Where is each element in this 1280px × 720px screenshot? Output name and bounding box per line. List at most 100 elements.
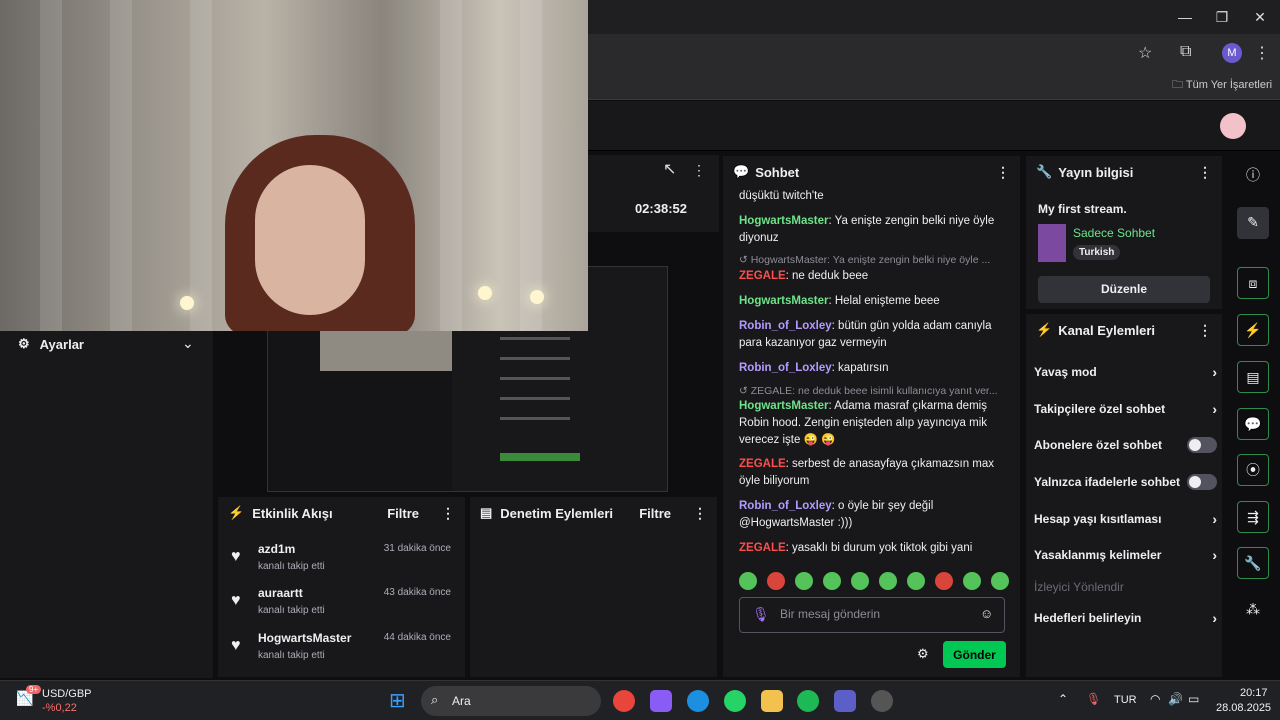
chat-username[interactable]: HogwartsMaster <box>739 215 828 227</box>
info-icon[interactable]: ⓘ <box>1237 160 1269 192</box>
notes-icon[interactable]: ▤ <box>1237 361 1269 393</box>
emote-icon[interactable] <box>963 572 981 590</box>
chat-icon[interactable]: 💬 <box>1237 408 1269 440</box>
emote-icon[interactable] <box>991 572 1009 590</box>
stream-info-header: 🔧 Yayın bilgisi ⋮ <box>1026 156 1222 188</box>
emote-icon[interactable] <box>935 572 953 590</box>
activity-time: 31 dakika önce <box>383 543 451 554</box>
broadcast-icon[interactable]: ⦿ <box>1237 454 1269 486</box>
settings-title: Ayarlar <box>39 336 84 352</box>
taskbar-search[interactable]: ⌕ Ara <box>421 686 601 716</box>
microphone-icon[interactable]: 🎙 <box>1086 692 1101 706</box>
star-icon[interactable]: ☆ <box>1138 43 1152 63</box>
chat-reply-context[interactable]: ↺ HogwartsMaster: Ya enişte zengin belki… <box>739 254 1011 266</box>
clock-date[interactable]: 28.08.2025 <box>1216 702 1271 714</box>
subs-only-toggle[interactable] <box>1187 437 1217 453</box>
goals-row[interactable]: Hedefleri belirleyin › <box>1034 603 1217 633</box>
activity-menu-icon[interactable]: ⋮ <box>441 505 455 522</box>
chat-username[interactable]: ZEGALE <box>739 542 786 554</box>
settings-toggle[interactable]: ⚙ Ayarlar <box>18 336 84 352</box>
stream-preview-menu-icon[interactable]: ⋮ <box>692 162 706 179</box>
banned-words-row[interactable]: Yasaklanmış kelimeler › <box>1034 540 1217 570</box>
volume-icon[interactable]: 🔊 <box>1168 692 1183 706</box>
wrench-icon[interactable]: 🔧 <box>1237 547 1269 579</box>
copilot-icon[interactable] <box>650 690 672 712</box>
windows-start-icon[interactable]: ⊞ <box>389 688 406 713</box>
emote-icon[interactable] <box>823 572 841 590</box>
minimize-icon[interactable]: — <box>1170 6 1200 28</box>
chat-input-box[interactable]: 🎙 ☺ <box>739 597 1005 633</box>
followers-only-row[interactable]: Takipçilere özel sohbet › <box>1034 394 1217 424</box>
chat-reply-context[interactable]: ↺ ZEGALE: ne deduk beee isimli kullanıcı… <box>739 385 1011 397</box>
user-avatar[interactable] <box>1220 113 1246 139</box>
emote-icon[interactable] <box>739 572 757 590</box>
chat-username[interactable]: Robin_of_Loxley <box>739 500 832 512</box>
search-label: Ara <box>452 694 471 708</box>
battery-icon[interactable]: ▭ <box>1188 692 1199 706</box>
age-restriction-row[interactable]: Hesap yaşı kısıtlaması › <box>1034 504 1217 534</box>
spotify-icon[interactable] <box>797 690 819 712</box>
all-bookmarks[interactable]: 🗀 Tüm Yer İşaretleri <box>1172 76 1272 95</box>
chrome-icon[interactable] <box>613 690 635 712</box>
close-icon[interactable]: ✕ <box>1245 6 1275 28</box>
chat-menu-icon[interactable]: ⋮ <box>996 164 1010 181</box>
emote-icon[interactable] <box>879 572 897 590</box>
emote-only-toggle[interactable] <box>1187 474 1217 490</box>
activity-item[interactable]: ♥ HogwartsMaster kanalı takip etti 44 da… <box>218 631 465 675</box>
whatsapp-icon[interactable] <box>724 690 746 712</box>
wifi-icon[interactable]: ◠ <box>1150 692 1160 706</box>
ticker-symbol[interactable]: USD/GBP <box>42 688 92 700</box>
chat-input[interactable] <box>780 607 970 621</box>
bolt-icon[interactable]: ⚡ <box>1237 314 1269 346</box>
emote-icon[interactable] <box>767 572 785 590</box>
chat-panel: 💬 Sohbet ⋮ düşüktü twitch'te HogwartsMas… <box>722 155 1021 678</box>
file-explorer-icon[interactable] <box>761 690 783 712</box>
emote-icon[interactable] <box>851 572 869 590</box>
chat-username[interactable]: HogwartsMaster <box>739 400 828 412</box>
bolt-icon: ⚡ <box>228 505 245 520</box>
slow-mode-row[interactable]: Yavaş mod › <box>1034 357 1217 387</box>
reply-icon: ↺ <box>739 254 751 266</box>
stream-info-menu-icon[interactable]: ⋮ <box>1198 164 1212 181</box>
stream-category[interactable]: Sadece Sohbet <box>1073 226 1155 240</box>
chat-settings-icon[interactable]: ⚙ <box>917 646 929 662</box>
extensions-icon[interactable]: ⧉ <box>1180 43 1191 61</box>
maximize-icon[interactable]: ❐ <box>1207 6 1237 28</box>
pencil-icon[interactable]: ✎ <box>1237 207 1269 239</box>
activity-item[interactable]: ♥ azd1m kanalı takip etti 31 dakika önce <box>218 542 465 586</box>
chat-username[interactable]: HogwartsMaster <box>739 295 828 307</box>
preview-mini-webcam <box>320 331 452 371</box>
edge-icon[interactable] <box>687 690 709 712</box>
browser-menu-icon[interactable]: ⋮ <box>1254 43 1270 63</box>
chat-username[interactable]: ZEGALE <box>739 458 786 470</box>
chat-message: Robin_of_Loxley: o öyle bir şey değil @H… <box>739 498 1011 532</box>
stream-tag[interactable]: Turkish <box>1073 245 1121 260</box>
chevron-right-icon: › <box>1212 401 1217 417</box>
activity-user: azd1m <box>258 542 296 556</box>
emote-icon[interactable] <box>795 572 813 590</box>
profile-avatar[interactable]: M <box>1222 43 1242 63</box>
send-button[interactable]: Gönder <box>943 641 1006 668</box>
mod-filter-button[interactable]: Filtre <box>639 506 671 521</box>
tray-chevron-icon[interactable]: ⌃ <box>1058 692 1068 706</box>
activity-filter-button[interactable]: Filtre <box>387 506 419 521</box>
chat-username[interactable]: Robin_of_Loxley <box>739 320 832 332</box>
emoji-picker-icon[interactable]: ☺ <box>980 606 993 621</box>
mod-actions-menu-icon[interactable]: ⋮ <box>693 505 707 522</box>
obs-icon[interactable] <box>871 690 893 712</box>
emote-icon[interactable] <box>907 572 925 590</box>
raid-icon[interactable]: ⇶ <box>1237 501 1269 533</box>
teams-icon[interactable] <box>834 690 856 712</box>
edit-button[interactable]: Düzenle <box>1038 276 1210 303</box>
add-actions-icon[interactable]: ⁂ <box>1237 594 1269 626</box>
chat-username[interactable]: Robin_of_Loxley <box>739 362 832 374</box>
channel-actions-menu-icon[interactable]: ⋮ <box>1198 322 1212 339</box>
language-indicator[interactable]: TUR <box>1114 694 1137 706</box>
clip-icon[interactable]: ⧈ <box>1237 267 1269 299</box>
clock-time[interactable]: 20:17 <box>1240 687 1268 699</box>
chevron-down-icon[interactable]: ⌄ <box>182 335 194 352</box>
chat-username[interactable]: ZEGALE <box>739 270 786 282</box>
mic-icon[interactable]: 🎙 <box>752 606 770 623</box>
activity-item[interactable]: ♥ auraartt kanalı takip etti 43 dakika ö… <box>218 586 465 630</box>
wrench-icon: 🔧 <box>1036 164 1053 179</box>
